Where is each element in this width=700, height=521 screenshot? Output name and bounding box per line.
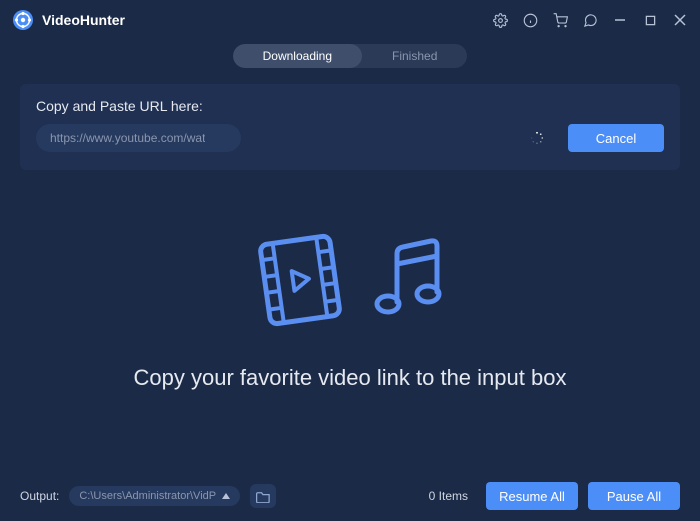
settings-icon[interactable] [492,12,508,28]
titlebar: VideoHunter [0,0,700,40]
main-content: Copy your favorite video link to the inp… [0,170,700,391]
url-input-wrap [36,124,556,152]
minimize-icon[interactable] [612,12,628,28]
output-label: Output: [20,489,59,503]
resume-all-button[interactable]: Resume All [486,482,578,510]
maximize-icon[interactable] [642,12,658,28]
items-count: 0 Items [429,489,468,503]
app-title: VideoHunter [42,12,125,28]
url-row: Cancel [36,124,664,152]
cart-icon[interactable] [552,12,568,28]
illustration [251,230,449,335]
empty-state-message: Copy your favorite video link to the inp… [134,365,567,391]
folder-icon [256,490,271,503]
footer: Output: C:\Users\Administrator\VidP 0 It… [0,471,700,521]
output-path-text: C:\Users\Administrator\VidP [79,490,216,502]
info-icon[interactable] [522,12,538,28]
feedback-icon[interactable] [582,12,598,28]
tabs-bar: Downloading Finished [0,44,700,68]
url-input[interactable] [36,124,241,152]
pause-all-button[interactable]: Pause All [588,482,680,510]
cancel-button[interactable]: Cancel [568,124,664,152]
film-icon [251,230,349,335]
url-panel: Copy and Paste URL here: Cancel [20,84,680,170]
tab-finished[interactable]: Finished [362,44,467,68]
tabs-container: Downloading Finished [233,44,468,68]
app-logo [12,9,34,31]
titlebar-controls [492,12,688,28]
output-path-selector[interactable]: C:\Users\Administrator\VidP [69,486,240,506]
titlebar-left: VideoHunter [12,9,125,31]
open-folder-button[interactable] [250,484,276,508]
tab-downloading[interactable]: Downloading [233,44,362,68]
music-note-icon [369,236,449,329]
loading-spinner-icon [530,131,544,145]
caret-up-icon [222,490,230,502]
url-label: Copy and Paste URL here: [36,98,664,114]
close-icon[interactable] [672,12,688,28]
